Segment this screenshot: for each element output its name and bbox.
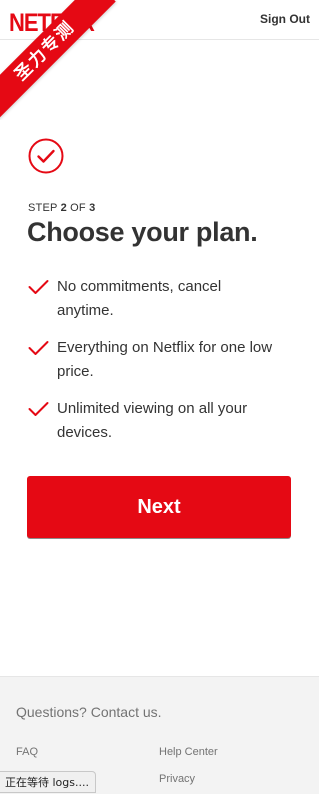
netflix-logo[interactable]: NETFLIX: [9, 8, 95, 38]
checkmark-icon: [28, 280, 49, 294]
benefit-text: Unlimited viewing on all your devices.: [57, 400, 248, 441]
benefit-text: Everything on Netflix for one low price.: [57, 339, 273, 380]
benefit-text: No commitments, cancel anytime.: [57, 278, 222, 319]
benefit-item: Unlimited viewing on all your devices.: [28, 397, 278, 445]
next-button[interactable]: Next: [27, 476, 291, 538]
browser-status-bar: 正在等待 logs....: [0, 771, 96, 793]
check-circle-icon: [28, 138, 64, 174]
footer-link-faq[interactable]: FAQ: [16, 746, 38, 758]
page-title: Choose your plan.: [27, 217, 258, 247]
step-indicator: STEP 2 OF 3: [28, 202, 95, 214]
checkmark-icon: [28, 341, 49, 355]
step-of: OF: [66, 202, 90, 214]
step-prefix: STEP: [28, 202, 61, 214]
contact-us-link[interactable]: Questions? Contact us.: [16, 704, 162, 720]
header: NETFLIX Sign Out: [0, 0, 319, 40]
benefit-item: Everything on Netflix for one low price.: [28, 336, 278, 384]
footer-link-privacy[interactable]: Privacy: [159, 773, 195, 785]
sign-out-link[interactable]: Sign Out: [260, 12, 310, 26]
checkmark-icon: [28, 402, 49, 416]
footer-link-help-center[interactable]: Help Center: [159, 746, 218, 758]
step-total: 3: [89, 202, 96, 214]
benefits-list: No commitments, cancel anytime. Everythi…: [28, 275, 278, 458]
benefit-item: No commitments, cancel anytime.: [28, 275, 278, 323]
